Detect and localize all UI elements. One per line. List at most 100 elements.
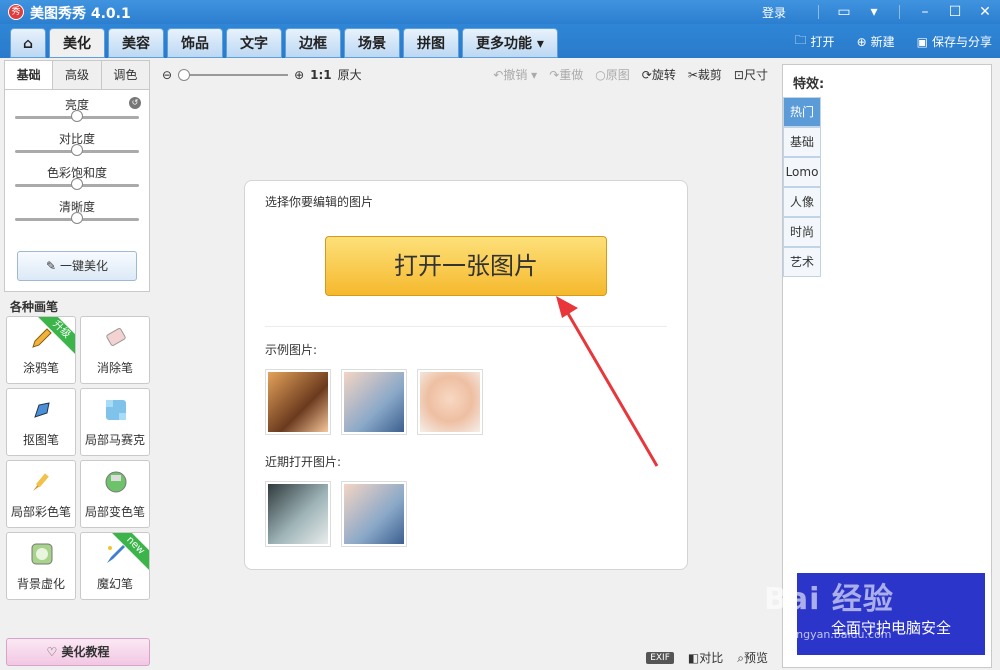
recent-label: 近期打开图片:	[265, 455, 342, 469]
sample-label: 示例图片:	[265, 343, 318, 357]
brush-background-blur[interactable]: 背景虚化	[6, 532, 76, 600]
brush-mosaic[interactable]: 局部马赛克	[80, 388, 150, 456]
circle-icon: ○	[595, 68, 606, 82]
slider-knob[interactable]	[71, 144, 83, 156]
zoom-ratio[interactable]: 1:1	[310, 68, 332, 82]
tab-basic[interactable]: 基础	[5, 61, 54, 89]
plus-icon: ⊕	[856, 34, 867, 49]
brush-cutout[interactable]: 抠图笔	[6, 388, 76, 456]
zoom-knob[interactable]	[178, 68, 191, 81]
fx-tab-lomo[interactable]: Lomo	[783, 157, 821, 187]
size-label: 尺寸	[743, 68, 768, 82]
close-button[interactable]: ✕	[970, 4, 1000, 20]
open-button[interactable]: 🗀 打开	[795, 31, 835, 52]
fx-tab-hot[interactable]: 热门	[783, 97, 821, 127]
saturation-slider[interactable]: 色彩饱和度	[5, 158, 149, 192]
brush-eraser[interactable]: 消除笔	[80, 316, 150, 384]
slider-knob[interactable]	[71, 212, 83, 224]
menu-icon[interactable]: ▾	[859, 4, 889, 20]
brush-doodle[interactable]: 升级 涂鸦笔	[6, 316, 76, 384]
original-size-button[interactable]: 原大	[338, 66, 362, 83]
save-label: 保存与分享	[931, 35, 992, 49]
undo-button[interactable]: ↶撤销 ▾	[493, 66, 537, 83]
zoom-control: ⊖ ⊕ 1:1 原大	[162, 66, 362, 83]
fx-tab-basic[interactable]: 基础	[783, 127, 821, 157]
recent-thumbnail[interactable]	[265, 481, 331, 547]
zoom-slider[interactable]	[178, 68, 289, 81]
zoom-out-icon[interactable]: ⊖	[162, 68, 172, 82]
edit-toolbar: ⊖ ⊕ 1:1 原大 ↶撤销 ▾ ↷重做 ○原图 ⟳旋转 ✂裁剪 ⊡尺寸	[158, 60, 778, 86]
fx-tab-fashion[interactable]: 时尚	[783, 217, 821, 247]
tab-text[interactable]: 文字	[226, 28, 282, 58]
save-share-button[interactable]: ▣ 保存与分享	[917, 31, 992, 52]
rotate-button[interactable]: ⟳旋转	[642, 66, 676, 83]
sharpness-slider[interactable]: 清晰度	[5, 192, 149, 226]
magnifier-icon: ⌕	[737, 651, 744, 665]
recent-thumbnail[interactable]	[341, 481, 407, 547]
new-button[interactable]: ⊕ 新建	[857, 31, 895, 52]
tab-frame[interactable]: 边框	[285, 28, 341, 58]
brush-magic[interactable]: new 魔幻笔	[80, 532, 150, 600]
paint-bucket-icon	[105, 471, 127, 493]
tab-beautify[interactable]: 美化	[49, 28, 105, 58]
home-icon: ⌂	[22, 36, 34, 52]
watermark: Bai 经验	[764, 582, 894, 617]
preview-label: 预览	[743, 651, 768, 665]
status-bar: EXIF ◧对比 ⌕预览	[646, 649, 768, 666]
tab-more[interactable]: 更多功能 ▾	[462, 28, 558, 58]
brush-color-change[interactable]: 局部变色笔	[80, 460, 150, 528]
slider-knob[interactable]	[71, 178, 83, 190]
adjust-panel: 基础 高级 调色 ↺ 亮度 对比度 色彩饱和度 清晰度 ✎ 一键美化	[4, 60, 150, 292]
brush-local-color[interactable]: 局部彩色笔	[6, 460, 76, 528]
feedback-icon[interactable]: ▭	[829, 4, 859, 20]
crop-button[interactable]: ✂裁剪	[688, 66, 722, 83]
onekey-label: 一键美化	[59, 259, 108, 273]
title-bar: 秀 美图秀秀 4.0.1 登录 ▭ ▾ – ☐ ✕	[0, 0, 1000, 24]
one-key-beautify-button[interactable]: ✎ 一键美化	[17, 251, 137, 281]
tutorial-button[interactable]: ♡ 美化教程	[6, 638, 150, 666]
fx-tab-portrait[interactable]: 人像	[783, 187, 821, 217]
home-tab[interactable]: ⌂	[10, 28, 46, 58]
new-label: 新建	[870, 35, 895, 49]
folder-icon: 🗀	[794, 33, 807, 47]
tab-more-label: 更多功能	[476, 36, 532, 52]
sample-thumbnail[interactable]	[417, 369, 483, 435]
redo-button[interactable]: ↷重做	[549, 66, 583, 83]
open-image-card: 选择你要编辑的图片 打开一张图片 示例图片: 近期打开图片:	[244, 180, 688, 570]
window-title: 美图秀秀 4.0.1	[30, 6, 131, 22]
chevron-down-icon: ▾	[531, 68, 538, 82]
crop-label: 裁剪	[697, 68, 722, 82]
preview-button[interactable]: ⌕预览	[737, 649, 768, 666]
compare-button[interactable]: ◧对比	[688, 649, 723, 666]
tab-scene[interactable]: 场景	[344, 28, 400, 58]
rotate-label: 旋转	[651, 68, 676, 82]
tutorial-label: 美化教程	[61, 645, 110, 659]
contrast-slider[interactable]: 对比度	[5, 124, 149, 158]
exif-button[interactable]: EXIF	[646, 651, 674, 664]
maximize-button[interactable]: ☐	[940, 4, 970, 20]
chevron-down-icon: ▾	[536, 36, 544, 52]
tab-color[interactable]: 调色	[102, 61, 149, 89]
redo-icon: ↷	[549, 68, 560, 82]
brightness-slider[interactable]: 亮度	[5, 90, 149, 124]
sample-thumbnail[interactable]	[265, 369, 331, 435]
login-link[interactable]: 登录	[762, 4, 786, 21]
original-button[interactable]: ○原图	[595, 66, 630, 83]
size-button[interactable]: ⊡尺寸	[734, 66, 768, 83]
tab-beauty[interactable]: 美容	[108, 28, 164, 58]
effects-tabs: 热门 基础 Lomo 人像 时尚 艺术	[783, 97, 821, 277]
slider-knob[interactable]	[71, 110, 83, 122]
tab-collage[interactable]: 拼图	[403, 28, 459, 58]
tab-advanced[interactable]: 高级	[53, 61, 102, 89]
fx-tab-art[interactable]: 艺术	[783, 247, 821, 277]
eraser-icon	[106, 328, 126, 346]
minimize-button[interactable]: –	[910, 4, 940, 20]
open-image-button[interactable]: 打开一张图片	[325, 236, 607, 296]
save-icon: ▣	[916, 34, 928, 49]
zoom-in-icon[interactable]: ⊕	[294, 68, 304, 82]
heart-icon: ♡	[46, 645, 58, 659]
tab-accessories[interactable]: 饰品	[167, 28, 223, 58]
sample-thumbnail[interactable]	[341, 369, 407, 435]
compare-icon: ◧	[687, 651, 700, 665]
brush-label: 局部马赛克	[84, 433, 145, 447]
